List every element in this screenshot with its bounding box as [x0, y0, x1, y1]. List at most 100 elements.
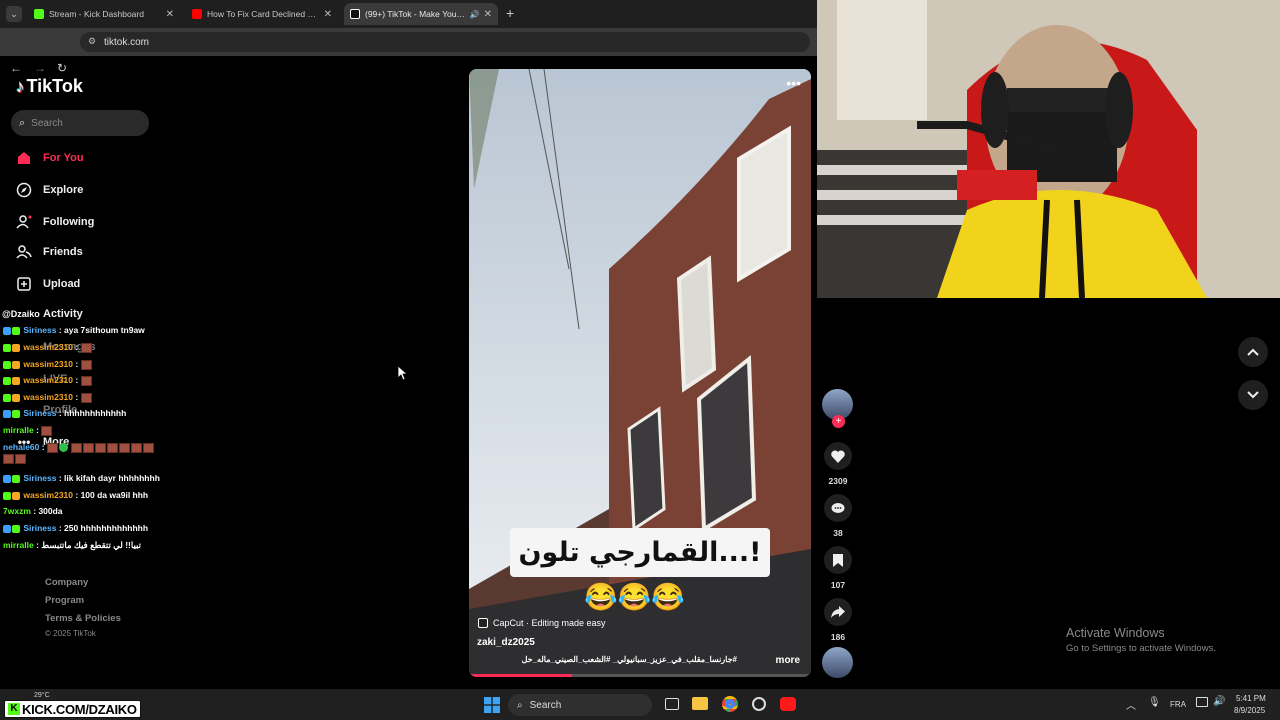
taskbar-search[interactable]: ⌕ Search	[508, 694, 652, 716]
upload-icon	[15, 275, 33, 293]
chat-message: wassim2310 :	[3, 359, 93, 370]
compass-icon	[15, 181, 33, 199]
nav-upload[interactable]: Upload	[15, 275, 80, 293]
nav-label: Friends	[43, 246, 83, 258]
chat-message: 7wxzm : 300da	[3, 506, 63, 516]
microphone-icon[interactable]: 🎙	[1148, 697, 1161, 708]
clock-date[interactable]: 8/9/2025	[1234, 706, 1265, 715]
capcut-tag[interactable]: CapCut · Editing made easy	[478, 618, 606, 628]
activate-windows-subtitle: Go to Settings to activate Windows.	[1066, 643, 1216, 654]
nav-following[interactable]: Following	[15, 213, 94, 231]
footer-link-company[interactable]: Company	[45, 577, 88, 588]
browser-tab-active[interactable]: (99+) TikTok - Make Your Da 🔊 ✕	[344, 3, 498, 25]
nav-label: For You	[43, 152, 84, 164]
chat-user: nehale60	[3, 442, 40, 452]
chat-message: wassim2310 :	[3, 392, 93, 403]
back-icon[interactable]: ←	[10, 61, 22, 75]
chat-user: wassim2310	[23, 490, 73, 500]
capcut-label: CapCut · Editing made easy	[493, 618, 606, 628]
start-button[interactable]	[484, 697, 500, 713]
video-player[interactable]: ••• القمارجي تلون...! 😂😂😂 CapCut · Editi…	[469, 69, 811, 677]
site-info-icon[interactable]: ⚙	[88, 36, 96, 47]
chat-message: mirralle : تبيا!! لي تتقطع فيك ماتتبسط	[3, 540, 141, 550]
footer-copyright: © 2025 TikTok	[45, 629, 96, 638]
tiktok-logo[interactable]: ♪ TikTok	[16, 76, 83, 97]
chat-user: wassim2310	[23, 392, 73, 402]
task-view-icon[interactable]	[665, 698, 679, 710]
video-emoji-line: 😂😂😂	[584, 582, 685, 612]
chat-user: Siriness	[23, 473, 57, 483]
language-indicator[interactable]: FRA	[1170, 700, 1186, 709]
app-icon[interactable]	[752, 697, 766, 711]
search-icon: ⌕	[517, 699, 523, 711]
share-count: 186	[830, 632, 846, 642]
close-tab-icon[interactable]: ✕	[484, 9, 492, 20]
chat-message: Siriness : hhhhhhhhhhhh	[3, 408, 126, 418]
browser-tab[interactable]: How To Fix Card Declined On E ✕	[186, 3, 338, 25]
kick-favicon-icon	[34, 9, 44, 19]
chat-text: 250 hhhhhhhhhhhhh	[64, 523, 149, 533]
tray-overflow-icon[interactable]: ︿	[1126, 697, 1136, 712]
footer-link-terms[interactable]: Terms & Policies	[45, 613, 121, 624]
search-box[interactable]: ⌕ Search	[11, 110, 149, 136]
chat-user: mirralle	[3, 540, 34, 550]
comment-button[interactable]	[824, 494, 852, 522]
video-progress-bar[interactable]	[469, 674, 811, 677]
video-options-icon[interactable]: •••	[786, 75, 801, 91]
webcam-feed-image	[817, 0, 1280, 298]
bookmark-icon	[833, 553, 843, 567]
sound-avatar[interactable]	[822, 647, 853, 678]
chat-message: wassim2310 : 100 da wa9il hhh	[3, 490, 148, 500]
mute-tab-icon[interactable]: 🔊	[470, 10, 480, 19]
video-more-link[interactable]: more	[776, 655, 800, 666]
capcut-icon	[478, 618, 488, 628]
nav-label: Activity	[43, 308, 83, 320]
previous-video-button[interactable]	[1238, 337, 1268, 367]
youtube-favicon-icon	[192, 9, 202, 19]
save-button[interactable]	[824, 546, 852, 574]
chrome-icon[interactable]	[722, 696, 738, 712]
weather-widget[interactable]: 29°C	[34, 692, 50, 699]
share-button[interactable]	[824, 598, 852, 626]
youtube-app-icon[interactable]	[780, 697, 796, 711]
address-bar[interactable]: ⚙ tiktok.com	[80, 32, 810, 52]
nav-explore[interactable]: Explore	[15, 181, 83, 199]
browser-tab[interactable]: Stream - Kick Dashboard ✕	[28, 3, 180, 25]
weather-temp: 29°C	[34, 692, 50, 699]
video-caption-text: القمارجي تلون...!	[518, 537, 762, 568]
video-caption-box: القمارجي تلون...!	[510, 528, 770, 577]
chat-message: Siriness : lik kifah dayr hhhhhhhh	[3, 473, 160, 483]
comment-icon	[831, 502, 845, 513]
heart-icon	[831, 450, 845, 463]
network-icon[interactable]	[1196, 697, 1208, 707]
nav-for-you[interactable]: For You	[15, 149, 84, 167]
next-video-button[interactable]	[1238, 380, 1268, 410]
chat-text: lik kifah dayr hhhhhhhh	[64, 473, 160, 483]
new-tab-button[interactable]: +	[506, 5, 514, 21]
nav-label: Upload	[43, 278, 81, 290]
like-button[interactable]	[824, 442, 852, 470]
volume-icon[interactable]: 🔊	[1213, 696, 1225, 707]
chat-text: تبيا!! لي تتقطع فيك ماتتبسط	[41, 540, 141, 550]
windows-taskbar: 29°C ⌕ Search ︿ 🎙 FRA 🔊 5:41 PM 8/9/2025	[0, 689, 1280, 720]
video-author[interactable]: zaki_dz2025	[477, 637, 535, 648]
video-hashtags[interactable]: #جارنسا_مقلب_في_عزيز_سبانيولي_ #الشعب_ال…	[477, 655, 737, 664]
nav-friends[interactable]: Friends	[15, 243, 83, 261]
nav-label: Following	[43, 216, 95, 228]
video-progress-fill	[469, 674, 572, 677]
kick-banner-text: KICK.COM/DZAIKO	[22, 701, 137, 717]
comment-count: 38	[833, 528, 843, 538]
clock-time[interactable]: 5:41 PM	[1236, 694, 1266, 703]
following-icon	[15, 213, 33, 231]
follow-plus-icon[interactable]: +	[832, 415, 845, 428]
footer-link-program[interactable]: Program	[45, 595, 84, 606]
reload-icon[interactable]: ↻	[57, 61, 67, 75]
close-tab-icon[interactable]: ✕	[166, 9, 174, 20]
chat-user: Siriness	[23, 408, 57, 418]
close-tab-icon[interactable]: ✕	[324, 9, 332, 20]
chat-message: mirralle :	[3, 425, 53, 436]
friends-icon	[15, 243, 33, 261]
file-explorer-icon[interactable]	[692, 697, 708, 710]
forward-icon[interactable]: →	[34, 61, 46, 75]
tab-list-button[interactable]: ⌄	[6, 6, 22, 22]
